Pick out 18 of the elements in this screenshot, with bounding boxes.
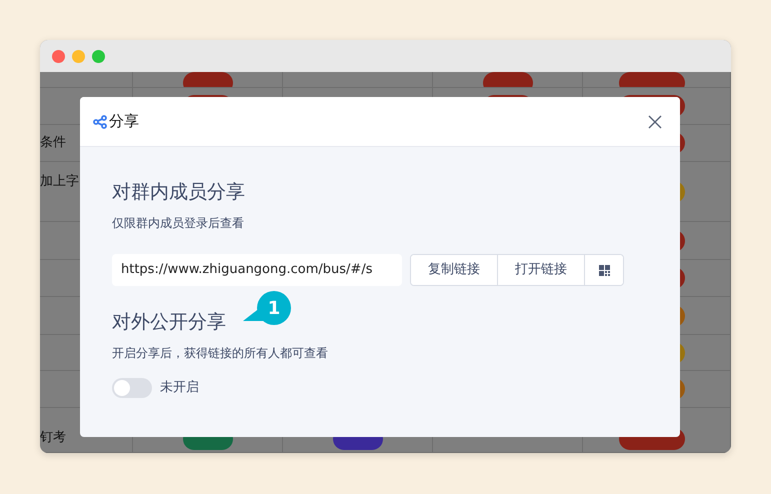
section-description: 仅限群内成员登录后查看 (112, 215, 245, 232)
qr-code-icon (598, 264, 610, 276)
share-icon (93, 114, 107, 128)
section-heading: 对群内成员分享 (112, 180, 246, 204)
section-heading: 对外公开分享 (112, 310, 227, 334)
minimize-window-button[interactable] (72, 50, 85, 62)
toggle-label: 未开启 (160, 379, 199, 398)
table-cell-text: 加上字 (40, 173, 79, 191)
table-cell-text: 条件 (40, 134, 66, 152)
link-field[interactable]: https://www.zhiguangong.com/bus/#/s (112, 254, 402, 286)
dialog-title: 分享 (109, 111, 139, 132)
section-description: 开启分享后，获得链接的所有人都可查看 (112, 345, 329, 362)
zoom-window-button[interactable] (92, 50, 105, 62)
close-icon[interactable] (648, 114, 662, 128)
close-window-button[interactable] (52, 50, 65, 62)
toggle-switch[interactable] (112, 378, 152, 398)
copy-link-button[interactable]: 复制链接 (411, 255, 498, 285)
table-cell-text: 钉考 (40, 429, 66, 447)
